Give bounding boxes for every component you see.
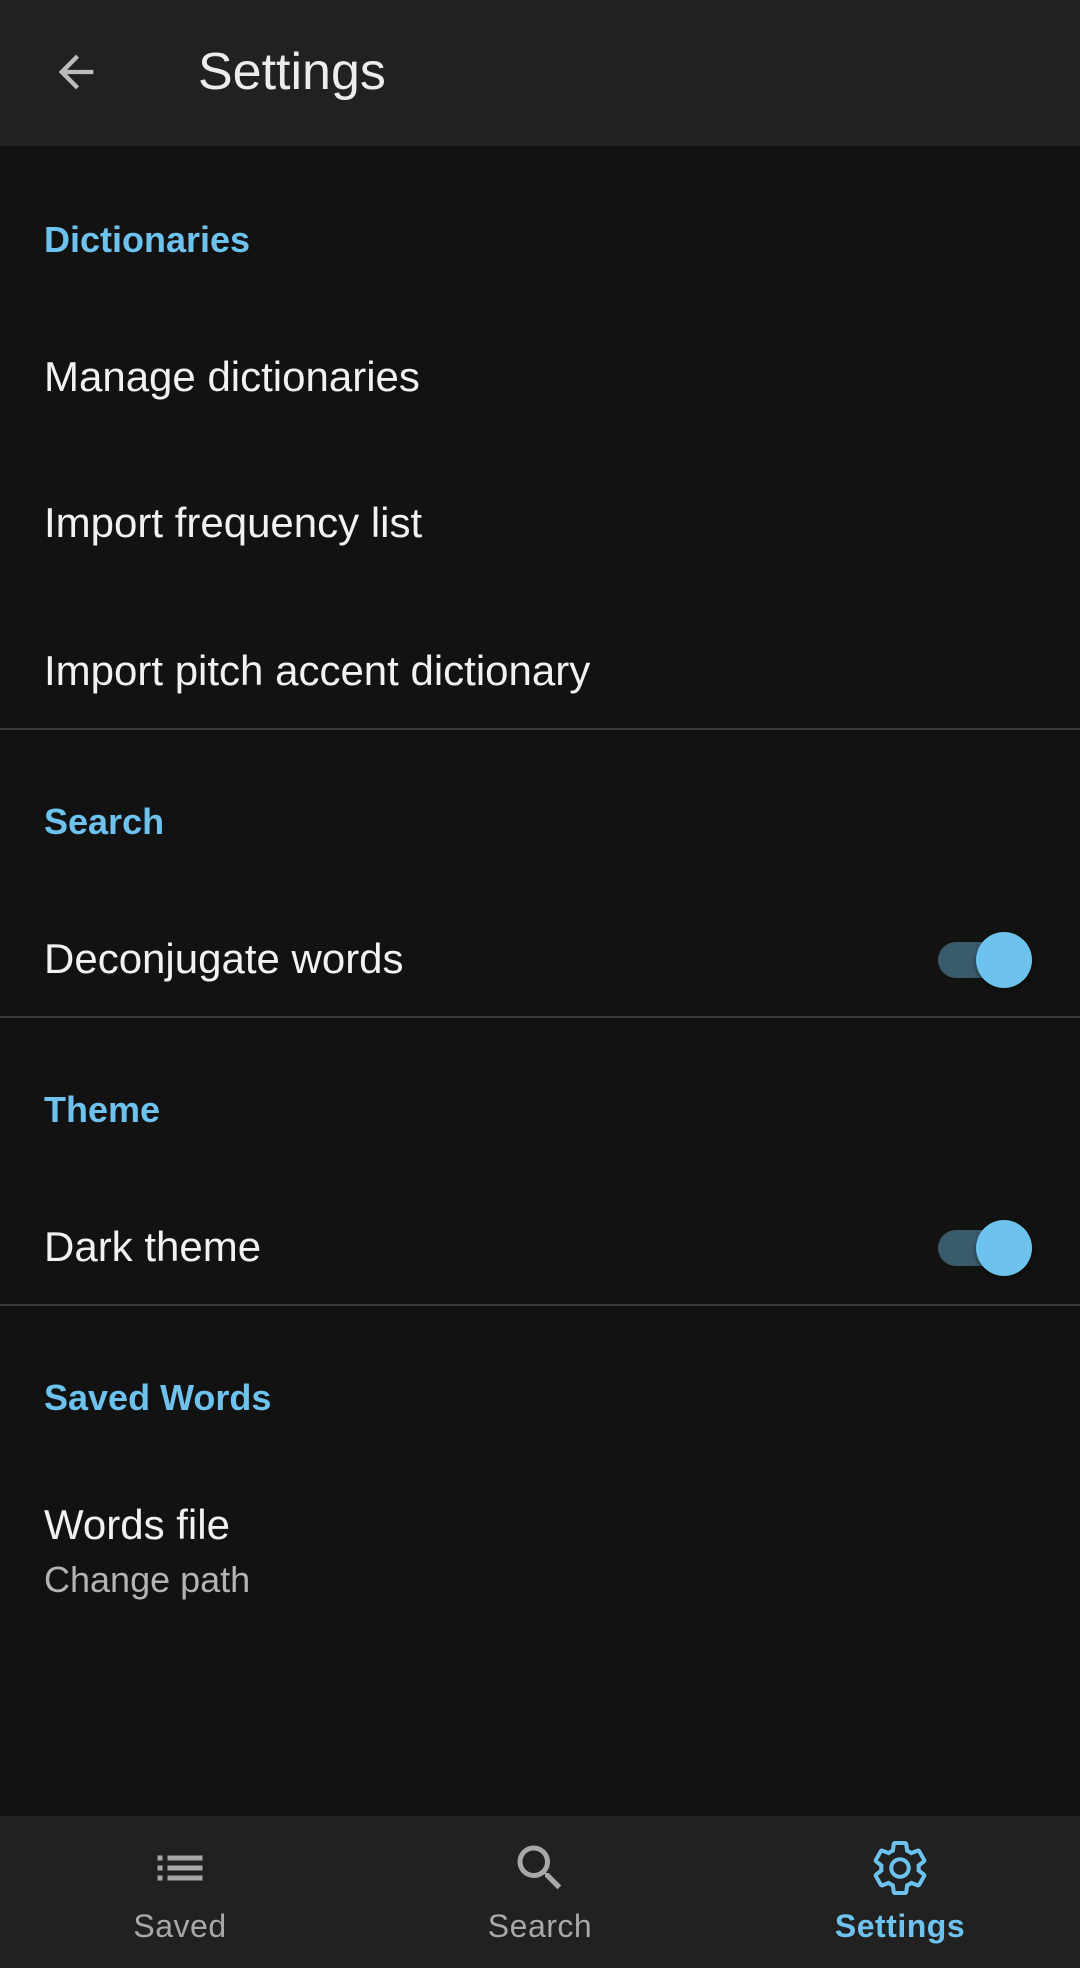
divider <box>0 728 1080 730</box>
setting-words-file[interactable]: Words file Change path <box>0 1464 1080 1654</box>
setting-import-frequency-list[interactable]: Import frequency list <box>0 452 1080 598</box>
back-button[interactable] <box>32 28 120 116</box>
app-bar: Settings <box>0 0 1080 146</box>
deconjugate-switch[interactable] <box>938 932 1032 988</box>
setting-title: Import frequency list <box>44 499 423 546</box>
list-icon <box>157 1855 203 1881</box>
divider <box>0 1016 1080 1018</box>
section-header-dictionaries: Dictionaries <box>44 219 251 260</box>
setting-manage-dictionaries[interactable]: Manage dictionaries <box>0 306 1080 452</box>
dark-theme-switch[interactable] <box>938 1220 1032 1276</box>
section-header-search: Search <box>44 801 165 842</box>
page-title: Settings <box>198 43 386 101</box>
switch-thumb <box>976 1220 1032 1276</box>
setting-dark-theme[interactable]: Dark theme <box>0 1176 1080 1320</box>
setting-title: Deconjugate words <box>44 935 404 982</box>
search-icon <box>517 1845 562 1890</box>
nav-item-settings[interactable]: Settings <box>720 1816 1080 1968</box>
settings-screen: Settings Dictionaries Manage dictionarie… <box>0 0 1080 1968</box>
nav-label: Saved <box>133 1908 227 1944</box>
nav-item-saved[interactable]: Saved <box>0 1816 360 1968</box>
nav-label: Search <box>487 1908 593 1944</box>
bottom-navigation: Saved Search Settings <box>0 1816 1080 1968</box>
setting-title: Words file <box>44 1501 230 1548</box>
divider <box>0 1304 1080 1306</box>
arrow-back-icon <box>58 54 94 90</box>
setting-subtitle: Change path <box>44 1559 251 1600</box>
nav-label: Settings <box>834 1908 966 1944</box>
setting-title: Import pitch accent dictionary <box>44 647 591 694</box>
gear-icon <box>873 1841 927 1895</box>
setting-title: Dark theme <box>44 1223 262 1270</box>
nav-item-search[interactable]: Search <box>360 1816 720 1968</box>
setting-title: Manage dictionaries <box>44 353 420 400</box>
section-header-saved-words: Saved Words <box>44 1377 272 1418</box>
setting-import-pitch-accent[interactable]: Import pitch accent dictionary <box>0 598 1080 744</box>
switch-thumb <box>976 932 1032 988</box>
section-header-theme: Theme <box>44 1089 161 1130</box>
setting-deconjugate-words[interactable]: Deconjugate words <box>0 888 1080 1032</box>
